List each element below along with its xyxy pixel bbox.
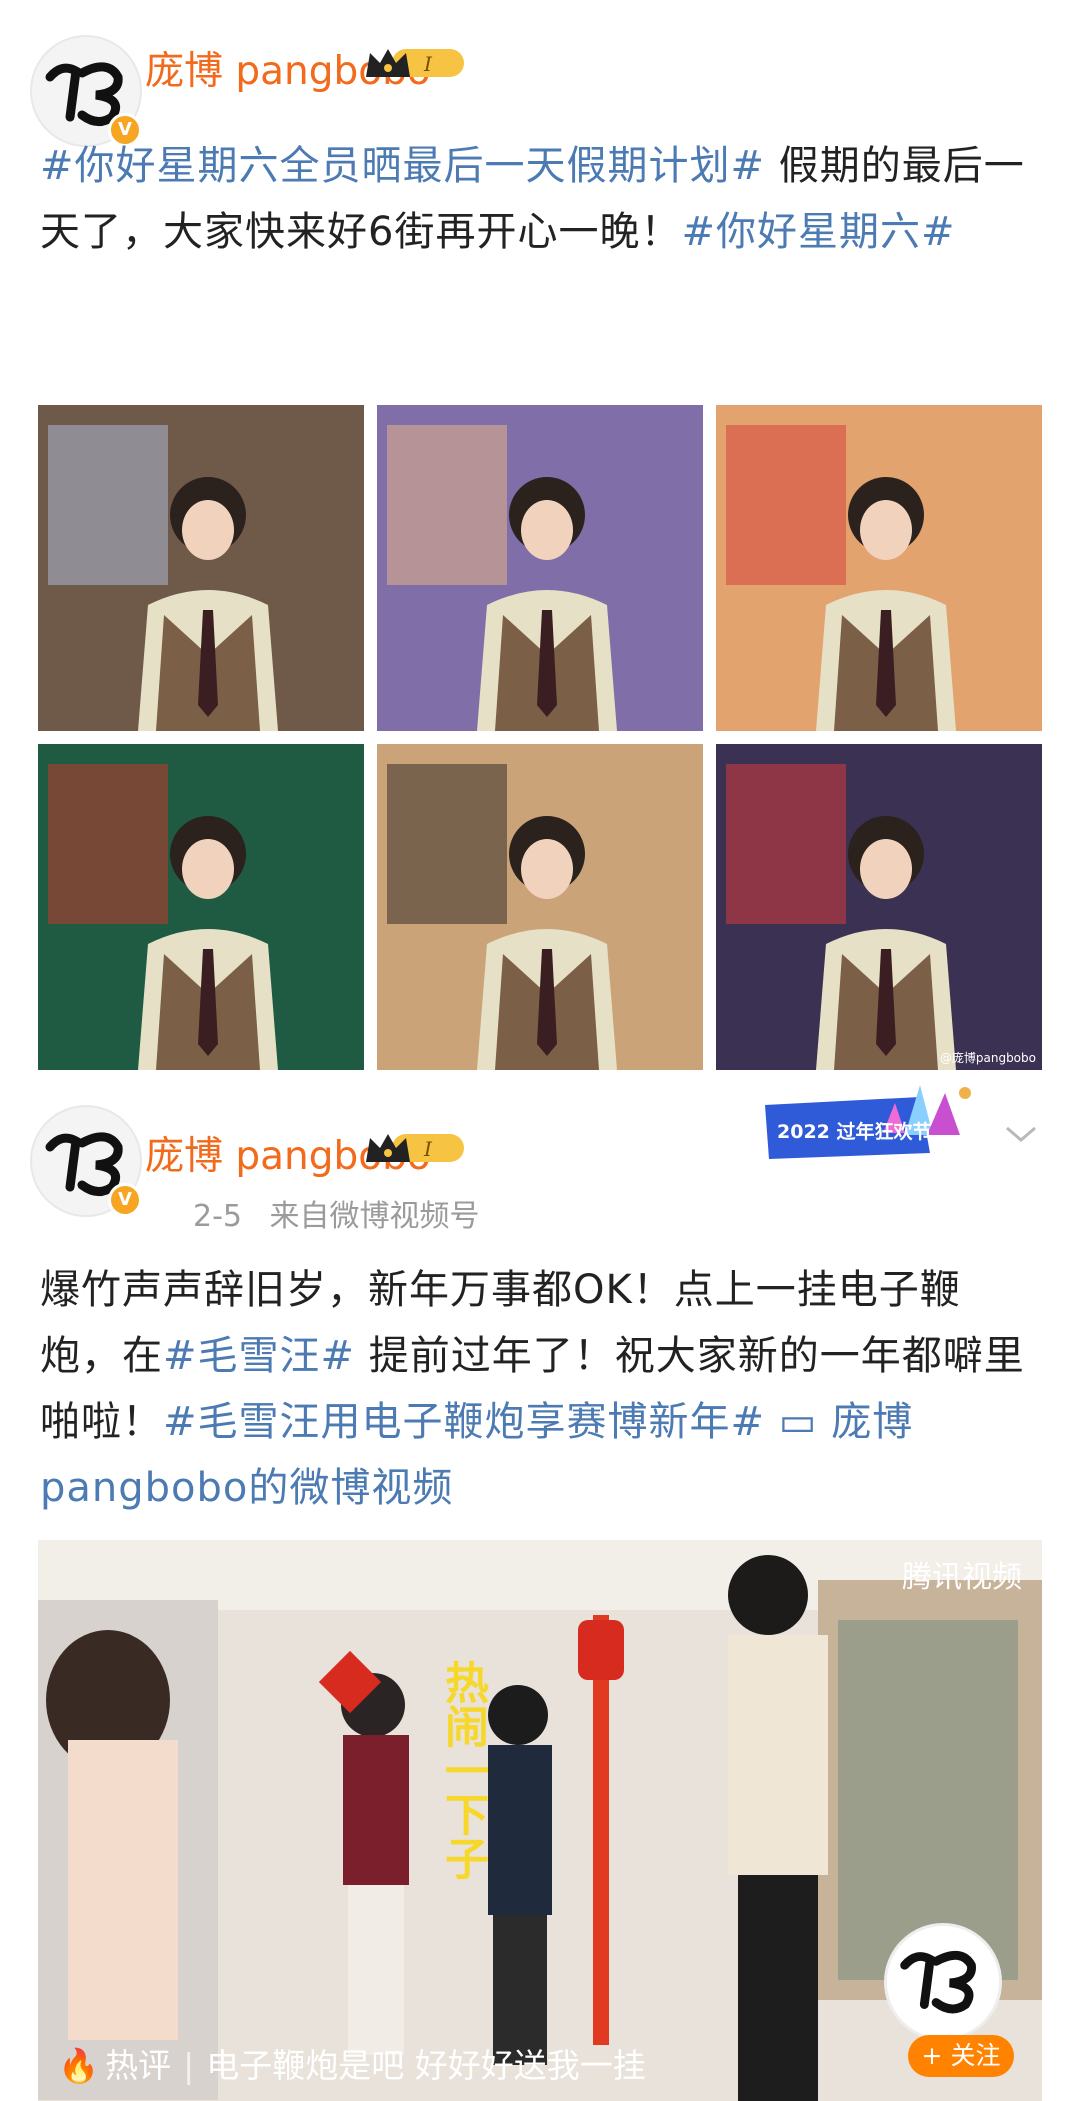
festival-banner-label: 2022 过年狂欢节 (777, 1121, 932, 1143)
photo-6[interactable]: @庞博pangbobo (716, 744, 1042, 1070)
video-avatar[interactable] (884, 1923, 1002, 2041)
photo-grid: @庞博pangbobo (38, 405, 1042, 1070)
hot-comment-label: 热评 (105, 2046, 172, 2085)
post-meta: 2-5 来自微博视频号 (193, 1191, 480, 1235)
avatar-logo-icon (900, 1951, 976, 2014)
source-prefix: 来自 (269, 1199, 330, 1234)
photo-4[interactable] (38, 744, 364, 1070)
avatar[interactable]: V (30, 1105, 142, 1217)
video-player[interactable]: 热闹一下子 腾讯视频 + 关注 🔥 热评 | 电子鞭炮是吧 好好好送我一挂 (38, 1540, 1042, 2101)
festival-banner[interactable]: 2022 过年狂欢节 (755, 1075, 980, 1165)
follow-button[interactable]: + 关注 (908, 2035, 1014, 2077)
post-text (765, 1399, 779, 1445)
photo-1[interactable] (38, 405, 364, 731)
topic-link[interactable]: #你好星期六# (681, 209, 955, 255)
post-2-text: 爆竹声声辞旧岁，新年万事都OK！点上一挂电子鞭炮，在#毛雪汪# 提前过年了！祝大… (40, 1257, 1040, 1521)
video-caption: 热闹一下子 (437, 1660, 488, 1880)
vip-crown-icon: I (366, 49, 464, 77)
photo-image (716, 744, 1042, 1070)
fire-icon: 🔥 (58, 2046, 100, 2085)
svg-text:I: I (423, 1137, 433, 1161)
photo-5[interactable] (377, 744, 703, 1070)
photo-image (377, 744, 703, 1070)
photo-image (38, 405, 364, 731)
vip-crown-icon: I (366, 1134, 464, 1162)
divider: | (183, 2046, 195, 2085)
hot-comment-text: 电子鞭炮是吧 好好好送我一挂 (206, 2046, 646, 2085)
photo-watermark: @庞博pangbobo (939, 1051, 1036, 1065)
svg-text:I: I (423, 52, 433, 76)
photo-2[interactable] (377, 405, 703, 731)
verified-badge-icon: V (108, 1183, 142, 1217)
hot-comment[interactable]: 🔥 热评 | 电子鞭炮是吧 好好好送我一挂 (58, 2039, 646, 2087)
topic-link[interactable]: #毛雪汪# (163, 1333, 355, 1379)
topic-link[interactable]: #你好星期六全员晒最后一天假期计划# (40, 143, 765, 189)
topic-link[interactable]: #毛雪汪用电子鞭炮享赛博新年# (163, 1399, 765, 1445)
post-date: 2-5 (193, 1199, 242, 1234)
photo-image (38, 744, 364, 1070)
chevron-down-icon[interactable] (1003, 1122, 1039, 1146)
photo-3[interactable] (716, 405, 1042, 731)
avatar[interactable]: V (30, 35, 142, 147)
video-platform-watermark: 腾讯视频 (902, 1560, 1022, 1595)
photo-image (377, 405, 703, 731)
post-1-text: #你好星期六全员晒最后一天假期计划# 假期的最后一天了，大家快来好6街再开心一晚… (40, 133, 1040, 265)
post-source[interactable]: 微博视频号 (330, 1199, 480, 1234)
photo-image (716, 405, 1042, 731)
